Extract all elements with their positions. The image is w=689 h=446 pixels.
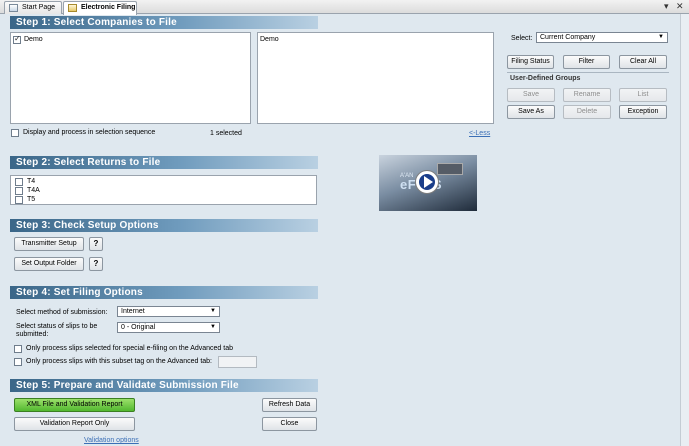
step1-header: Step 1: Select Companies to File bbox=[10, 16, 318, 29]
return-label-t5: T5 bbox=[27, 196, 36, 203]
slip-status-value: 0 - Original bbox=[121, 324, 156, 331]
step5-header: Step 5: Prepare and Validate Submission … bbox=[10, 379, 318, 392]
step3-header: Step 3: Check Setup Options bbox=[10, 219, 318, 232]
subset-tag-checkbox[interactable] bbox=[14, 358, 22, 366]
selected-companies-list[interactable]: Demo bbox=[257, 32, 494, 124]
group-exception-button[interactable]: Exception bbox=[619, 105, 667, 119]
xml-file-validation-report-button[interactable]: XML File and Validation Report bbox=[14, 398, 135, 412]
tab-electronic-filing[interactable]: Electronic Filing bbox=[63, 1, 137, 15]
select-label: Select: bbox=[511, 35, 533, 42]
document-icon bbox=[68, 4, 77, 12]
document-tab-bar: Start Page Electronic Filing ▾ ✕ bbox=[0, 0, 689, 15]
company-checkbox-demo[interactable] bbox=[13, 34, 21, 44]
step4-header: Step 4: Set Filing Options bbox=[10, 286, 318, 299]
company-select-value: Current Company bbox=[540, 34, 596, 41]
submission-method-value: Internet bbox=[121, 308, 145, 315]
submission-method-dropdown[interactable]: Internet ▼ bbox=[117, 306, 220, 317]
chevron-down-icon: ▼ bbox=[210, 324, 216, 330]
returns-list[interactable]: T4 T4A T5 bbox=[10, 175, 317, 205]
return-label-t4a: T4A bbox=[27, 187, 40, 194]
validation-report-only-button[interactable]: Validation Report Only bbox=[14, 417, 135, 431]
subset-tag-label: Only process slips with this subset tag … bbox=[26, 358, 212, 365]
transmitter-setup-button[interactable]: Transmitter Setup bbox=[14, 237, 84, 251]
selection-sequence-label: Display and process in selection sequenc… bbox=[23, 129, 156, 136]
home-page-icon bbox=[9, 4, 18, 12]
group-save-as-button[interactable]: Save As bbox=[507, 105, 555, 119]
selection-sequence-checkbox[interactable] bbox=[11, 129, 19, 137]
groups-separator bbox=[507, 72, 669, 73]
tab-start-page[interactable]: Start Page bbox=[4, 1, 62, 14]
group-list-button[interactable]: List bbox=[619, 88, 667, 102]
available-companies-list[interactable]: Demo bbox=[10, 32, 251, 124]
special-efiling-checkbox[interactable] bbox=[14, 345, 22, 353]
less-link[interactable]: <-Less bbox=[469, 129, 490, 138]
submission-method-label: Select method of submission: bbox=[16, 309, 108, 316]
return-label-t4: T4 bbox=[27, 178, 36, 185]
step2-header: Step 2: Select Returns to File bbox=[10, 156, 318, 169]
group-rename-button[interactable]: Rename bbox=[563, 88, 611, 102]
selected-count: 1 selected bbox=[210, 130, 242, 137]
selected-company-demo[interactable]: Demo bbox=[260, 35, 279, 44]
group-save-button[interactable]: Save bbox=[507, 88, 555, 102]
chevron-down-icon: ▼ bbox=[658, 34, 664, 40]
filter-button[interactable]: Filter bbox=[563, 55, 610, 69]
filing-status-button[interactable]: Filing Status bbox=[507, 55, 554, 69]
company-select-dropdown[interactable]: Current Company ▼ bbox=[536, 32, 668, 43]
slip-status-dropdown[interactable]: 0 - Original ▼ bbox=[117, 322, 220, 333]
group-delete-button[interactable]: Delete bbox=[563, 105, 611, 119]
tab-start-page-label: Start Page bbox=[22, 4, 56, 11]
vertical-scrollbar[interactable] bbox=[680, 14, 689, 446]
transmitter-help-button[interactable]: ? bbox=[89, 237, 103, 251]
company-label-demo: Demo bbox=[24, 36, 43, 43]
video-badge bbox=[437, 163, 463, 175]
return-checkbox-t4[interactable] bbox=[15, 178, 23, 186]
close-tab-icon[interactable]: ✕ bbox=[676, 1, 684, 12]
close-button[interactable]: Close bbox=[262, 417, 317, 431]
play-triangle-icon bbox=[424, 176, 433, 188]
clear-all-button[interactable]: Clear All bbox=[619, 55, 667, 69]
efiling-video-thumbnail[interactable]: A'AN eF●●S bbox=[379, 155, 477, 211]
tab-electronic-filing-label: Electronic Filing bbox=[81, 4, 136, 11]
refresh-data-button[interactable]: Refresh Data bbox=[262, 398, 317, 412]
special-efiling-label: Only process slips selected for special … bbox=[26, 345, 234, 352]
set-output-folder-button[interactable]: Set Output Folder bbox=[14, 257, 84, 271]
output-folder-help-button[interactable]: ? bbox=[89, 257, 103, 271]
validation-options-link[interactable]: Validation options bbox=[84, 436, 139, 445]
subset-tag-input[interactable] bbox=[218, 356, 257, 368]
chevron-down-icon: ▼ bbox=[210, 308, 216, 314]
tab-list-dropdown-icon[interactable]: ▾ bbox=[664, 1, 669, 12]
return-checkbox-t5[interactable] bbox=[15, 196, 23, 204]
user-defined-groups-title: User-Defined Groups bbox=[510, 75, 581, 82]
return-checkbox-t4a[interactable] bbox=[15, 187, 23, 195]
slip-status-label-line2: submitted: bbox=[16, 331, 49, 338]
